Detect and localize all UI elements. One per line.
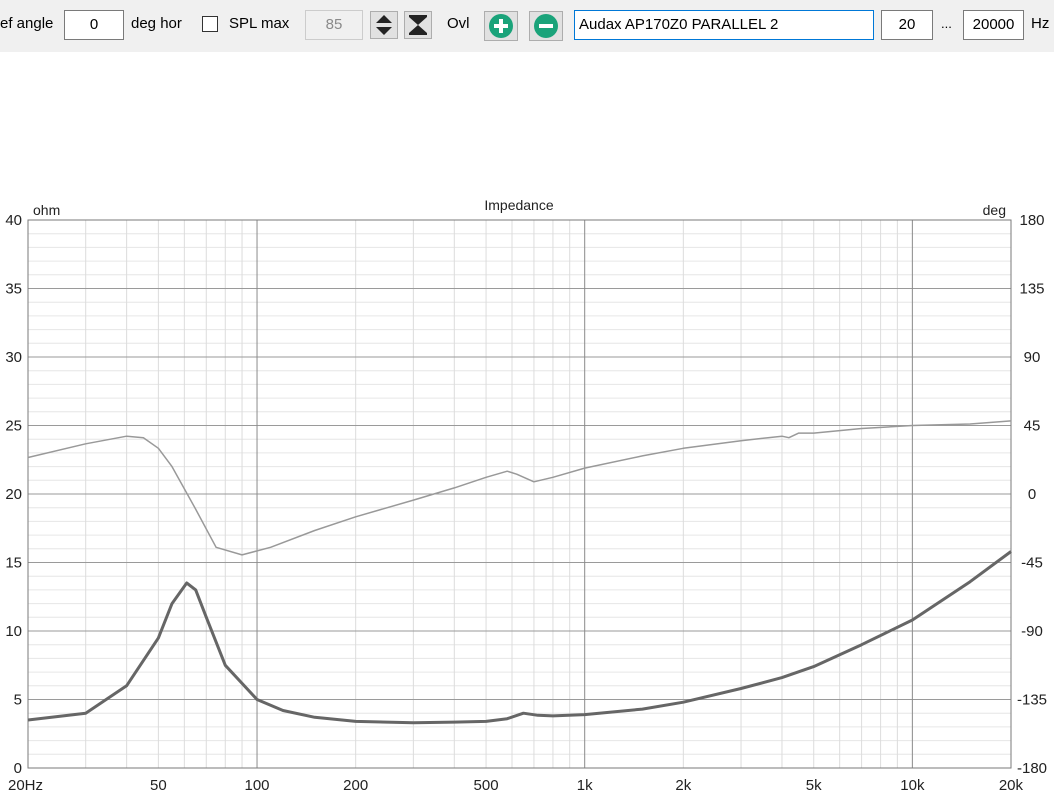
chart-labels: 0 5 10 15 20 25 30 35 40 -180 -135 -90 -45 0 45 90 135 18… (5, 212, 1047, 794)
toolbar: ef angle 0 deg hor SPL max 85 Ovl Audax … (0, 0, 1054, 52)
spl-max-input[interactable]: 85 (305, 10, 363, 40)
y-tick-label: 40 (5, 212, 22, 229)
x-tick-label: 500 (474, 777, 499, 794)
spl-max-checkbox[interactable] (202, 16, 218, 32)
y-tick-label: 20 (5, 486, 22, 503)
x-tick-label: 5k (806, 777, 822, 794)
y-axis-unit-label: ohm (33, 202, 60, 218)
y2-axis-unit-label: deg (983, 202, 1006, 218)
y-tick-label: 5 (14, 692, 22, 709)
x-tick-label: 20k (999, 777, 1024, 794)
x-tick-label: 100 (245, 777, 270, 794)
y2-tick-label: 135 (1019, 281, 1044, 298)
y-tick-label: 35 (5, 281, 22, 298)
freq-max-input[interactable]: 20000 (963, 10, 1024, 40)
chart-title: Impedance (484, 197, 553, 213)
y2-tick-label: 180 (1019, 212, 1044, 229)
spl-max-label: SPL max (229, 15, 290, 32)
x-tick-label: 50 (150, 777, 167, 794)
x-tick-label: 2k (675, 777, 691, 794)
chart-grid (27, 219, 1012, 769)
x-tick-label: 200 (343, 777, 368, 794)
y2-tick-label: -135 (1017, 692, 1047, 709)
hz-label: Hz (1031, 15, 1050, 32)
y-tick-label: 10 (5, 623, 22, 640)
impedance-curve (27, 550, 1012, 725)
ref-angle-input[interactable]: 0 (64, 10, 124, 40)
x-tick-label: 10k (900, 777, 925, 794)
trace-name-input[interactable]: Audax AP170Z0 PARALLEL 2 (574, 10, 874, 40)
impedance-chart: 0 5 10 15 20 25 30 35 40 -180 -135 -90 -45 0 45 90 135 18… (5, 197, 1047, 794)
y-tick-label: 0 (14, 760, 22, 777)
x-tick-label: 20Hz (8, 777, 43, 794)
y2-tick-label: 45 (1024, 418, 1041, 435)
y-tick-label: 30 (5, 349, 22, 366)
range-ellipsis: ... (941, 16, 952, 31)
y2-tick-label: -180 (1017, 760, 1047, 777)
y2-tick-label: 0 (1028, 486, 1036, 503)
freq-min-input[interactable]: 20 (881, 10, 933, 40)
plus-circle-icon[interactable] (484, 11, 518, 41)
ref-angle-label: ef angle (0, 15, 54, 32)
up-down-arrows-icon[interactable] (370, 11, 398, 39)
ovl-label: Ovl (447, 15, 470, 32)
deg-hor-label: deg hor (131, 15, 182, 32)
y2-tick-label: -90 (1021, 623, 1043, 640)
y2-tick-label: -45 (1021, 555, 1043, 572)
y-tick-label: 25 (5, 418, 22, 435)
y-tick-label: 15 (5, 555, 22, 572)
minus-circle-icon[interactable] (529, 11, 563, 41)
x-tick-label: 1k (577, 777, 593, 794)
y2-tick-label: 90 (1024, 349, 1041, 366)
collapse-arrows-icon[interactable] (404, 11, 432, 39)
